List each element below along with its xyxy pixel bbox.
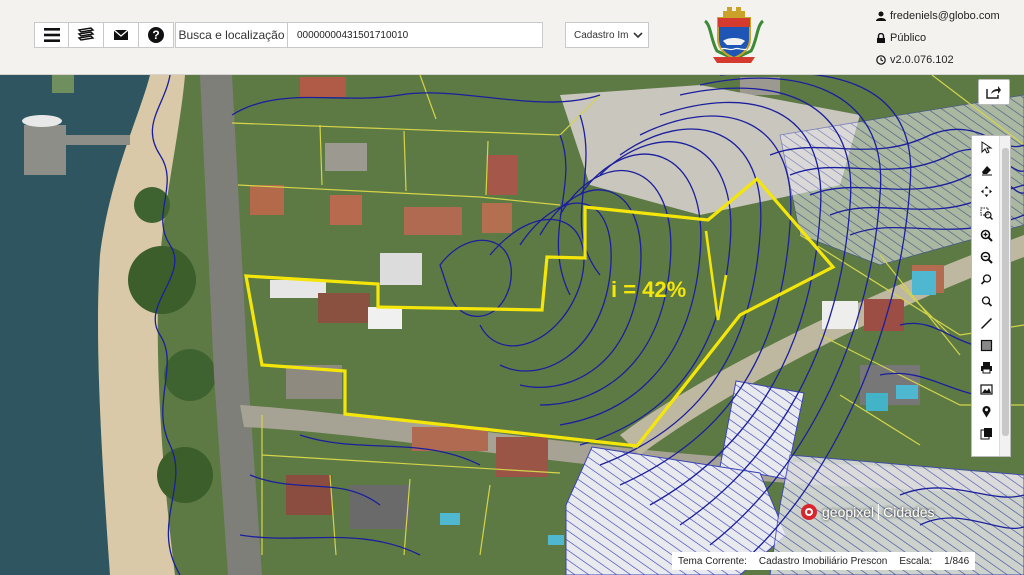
image-icon [980, 383, 993, 395]
tools-scrollbar[interactable] [999, 136, 1010, 456]
slope-annotation: i = 42% [611, 277, 686, 302]
mail-icon [113, 29, 129, 40]
menu-icon [43, 28, 60, 42]
zoom-next-tool[interactable] [973, 290, 1000, 312]
cursor-icon [981, 140, 993, 154]
print-tool[interactable] [973, 356, 1000, 378]
pool [866, 393, 888, 411]
eraser-icon [982, 165, 992, 175]
eraser-tool[interactable] [973, 158, 1000, 180]
help-icon: ? [148, 27, 164, 43]
zoom-out-tool[interactable] [973, 246, 1000, 268]
marker-icon [982, 405, 991, 417]
measure-line-tool[interactable] [973, 312, 1000, 334]
pier [24, 125, 66, 175]
print-icon [981, 361, 992, 373]
search-label: Busca e localização [175, 22, 287, 48]
search-input[interactable] [287, 22, 543, 48]
measure-area-icon [980, 339, 993, 351]
zoom-in-tool[interactable] [973, 224, 1000, 246]
version-text: v2.0.076.102 [890, 54, 954, 66]
main-toolbar: ? [34, 22, 174, 48]
geopixel-logo-icon [801, 504, 817, 520]
zoom-in-icon [980, 229, 993, 242]
zoom-previous-tool[interactable] [973, 268, 1000, 290]
scrollbar-thumb[interactable] [1002, 148, 1009, 436]
help-button[interactable]: ? [139, 22, 174, 48]
scale-label: Escala: [899, 555, 933, 567]
menu-button[interactable] [34, 22, 69, 48]
user-icon [876, 11, 886, 21]
share-button[interactable] [978, 79, 1010, 105]
svg-text:?: ? [152, 28, 159, 42]
copy-icon [980, 427, 992, 439]
status-bar: Tema Corrente: Cadastro Imobiliário Pres… [672, 552, 976, 570]
zoom-out-icon [980, 251, 993, 264]
marker-tool[interactable] [973, 400, 1000, 422]
measure-area-tool[interactable] [973, 334, 1000, 356]
copy-tool[interactable] [973, 422, 1000, 444]
zoom-previous-icon [980, 273, 992, 285]
city-crest-logo [703, 7, 765, 63]
image-tool[interactable] [973, 378, 1000, 400]
pan-tool[interactable] [973, 180, 1000, 202]
brand-product: Cidades [883, 504, 935, 520]
zoom-box-tool[interactable] [973, 202, 1000, 224]
lock-icon [877, 33, 885, 43]
house-roof [250, 185, 284, 215]
chevron-down-icon [633, 32, 643, 39]
scale-value: 1/846 [944, 555, 970, 567]
boat [22, 115, 62, 127]
clock-icon [876, 55, 886, 65]
cursor-tool[interactable] [973, 136, 1000, 158]
pan-icon [981, 185, 992, 197]
aerial-map: i = 42% [0, 75, 1024, 575]
access-level: Público [890, 32, 927, 44]
zoom-box-icon [980, 207, 993, 220]
layers-button[interactable] [69, 22, 104, 48]
user-info: fredeniels@globo.com Público v2.0.076.10… [876, 5, 1000, 71]
theme-value: Cadastro Imobiliário Prescon [758, 555, 888, 567]
geopixel-brand: geopixel Cidades [800, 503, 935, 521]
map-viewport[interactable]: i = 42% geopixel Cidades Tema Corrente: … [0, 75, 1024, 575]
layer-select-value: Cadastro Im [574, 29, 629, 41]
share-icon [986, 86, 1001, 99]
map-tools-panel [971, 135, 1011, 457]
zoom-next-icon [981, 295, 993, 307]
measure-line-icon [980, 317, 993, 329]
header-bar: ? Busca e localização Cadastro Im freden… [0, 0, 1024, 75]
user-email: fredeniels@globo.com [890, 10, 1000, 22]
theme-label: Tema Corrente: [678, 555, 747, 567]
brand-name: geopixel [822, 504, 875, 520]
layer-select[interactable]: Cadastro Im [565, 22, 649, 48]
layers-icon [77, 27, 95, 41]
brand-separator [878, 504, 880, 520]
mail-button[interactable] [104, 22, 139, 48]
